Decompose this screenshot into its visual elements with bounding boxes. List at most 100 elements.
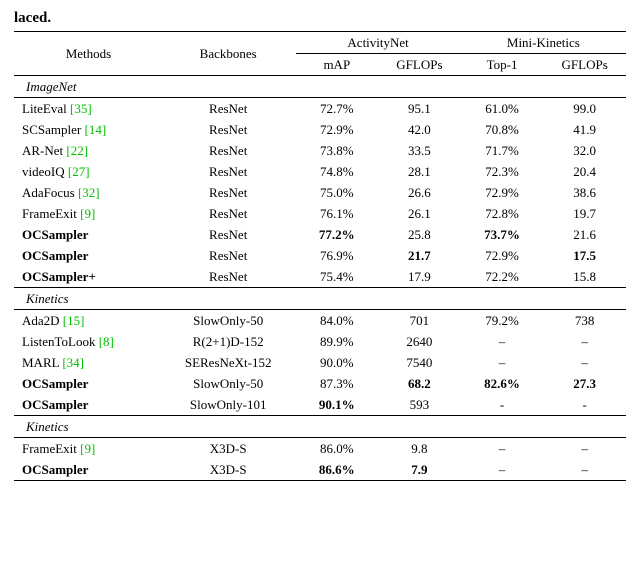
header-methods: Methods — [14, 32, 161, 76]
value-cell: 86.0% — [296, 438, 379, 460]
value-cell: 738 — [543, 310, 626, 332]
method-name: OCSampler — [22, 397, 88, 412]
method-cell: OCSampler — [14, 373, 161, 394]
value-cell: 61.0% — [461, 98, 544, 120]
backbone-cell: ResNet — [161, 161, 296, 182]
method-name: FrameExit — [22, 441, 77, 456]
value-cell: 17.9 — [378, 266, 461, 288]
backbone-cell: R(2+1)D-152 — [161, 331, 296, 352]
method-name: SCSampler — [22, 122, 81, 137]
value-cell: 87.3% — [296, 373, 379, 394]
value-cell: – — [543, 331, 626, 352]
value-cell: 15.8 — [543, 266, 626, 288]
header-map: mAP — [296, 54, 379, 76]
backbone-cell: X3D-S — [161, 438, 296, 460]
method-name: OCSampler — [22, 248, 88, 263]
table-row: OCSamplerResNet77.2%25.873.7%21.6 — [14, 224, 626, 245]
citation: [32] — [78, 185, 100, 200]
value-cell: 71.7% — [461, 140, 544, 161]
table-row: FrameExit [9]X3D-S86.0%9.8–– — [14, 438, 626, 460]
value-cell: 77.2% — [296, 224, 379, 245]
value-cell: – — [461, 459, 544, 481]
method-cell: OCSampler — [14, 224, 161, 245]
value-cell: 38.6 — [543, 182, 626, 203]
table-row: OCSamplerSlowOnly-5087.3%68.282.6%27.3 — [14, 373, 626, 394]
value-cell: 76.1% — [296, 203, 379, 224]
results-table: Methods Backbones ActivityNet Mini-Kinet… — [14, 31, 626, 481]
value-cell: 9.8 — [378, 438, 461, 460]
value-cell: 75.4% — [296, 266, 379, 288]
table-row: OCSamplerResNet76.9%21.772.9%17.5 — [14, 245, 626, 266]
backbone-cell: ResNet — [161, 119, 296, 140]
method-name: AdaFocus — [22, 185, 75, 200]
method-cell: videoIQ [27] — [14, 161, 161, 182]
method-name: Ada2D — [22, 313, 60, 328]
truncated-text: laced. — [14, 10, 626, 27]
header-minikinetics: Mini-Kinetics — [461, 32, 626, 54]
method-cell: LiteEval [35] — [14, 98, 161, 120]
value-cell: 2640 — [378, 331, 461, 352]
header-row-1: Methods Backbones ActivityNet Mini-Kinet… — [14, 32, 626, 54]
method-cell: OCSampler+ — [14, 266, 161, 288]
method-cell: ListenToLook [8] — [14, 331, 161, 352]
header-backbones: Backbones — [161, 32, 296, 76]
value-cell: 68.2 — [378, 373, 461, 394]
method-name: LiteEval — [22, 101, 67, 116]
value-cell: 26.6 — [378, 182, 461, 203]
value-cell: 72.7% — [296, 98, 379, 120]
value-cell: – — [543, 352, 626, 373]
value-cell: 27.3 — [543, 373, 626, 394]
value-cell: 84.0% — [296, 310, 379, 332]
citation: [14] — [84, 122, 106, 137]
method-name: MARL — [22, 355, 59, 370]
value-cell: 89.9% — [296, 331, 379, 352]
citation: [27] — [68, 164, 90, 179]
group-kinetics-2: Kinetics — [14, 416, 626, 438]
table-row: OCSampler+ResNet75.4%17.972.2%15.8 — [14, 266, 626, 288]
value-cell: – — [461, 438, 544, 460]
value-cell: 701 — [378, 310, 461, 332]
method-name: OCSampler — [22, 376, 88, 391]
value-cell: – — [543, 459, 626, 481]
backbone-cell: ResNet — [161, 245, 296, 266]
citation: [22] — [66, 143, 88, 158]
backbone-cell: ResNet — [161, 266, 296, 288]
value-cell: 21.6 — [543, 224, 626, 245]
value-cell: 75.0% — [296, 182, 379, 203]
method-cell: OCSampler — [14, 245, 161, 266]
value-cell: 19.7 — [543, 203, 626, 224]
backbone-cell: ResNet — [161, 98, 296, 120]
method-name: videoIQ — [22, 164, 65, 179]
header-activitynet: ActivityNet — [296, 32, 461, 54]
value-cell: 26.1 — [378, 203, 461, 224]
method-cell: SCSampler [14] — [14, 119, 161, 140]
method-cell: Ada2D [15] — [14, 310, 161, 332]
value-cell: 90.1% — [296, 394, 379, 416]
citation: [9] — [80, 441, 95, 456]
value-cell: 20.4 — [543, 161, 626, 182]
value-cell: – — [461, 352, 544, 373]
citation: [8] — [99, 334, 114, 349]
method-name: ListenToLook — [22, 334, 95, 349]
table-row: FrameExit [9]ResNet76.1%26.172.8%19.7 — [14, 203, 626, 224]
value-cell: 76.9% — [296, 245, 379, 266]
table-row: ListenToLook [8]R(2+1)D-15289.9%2640–– — [14, 331, 626, 352]
table-row: Ada2D [15]SlowOnly-5084.0%70179.2%738 — [14, 310, 626, 332]
table-row: MARL [34]SEResNeXt-15290.0%7540–– — [14, 352, 626, 373]
value-cell: 90.0% — [296, 352, 379, 373]
backbone-cell: SlowOnly-50 — [161, 310, 296, 332]
value-cell: 28.1 — [378, 161, 461, 182]
value-cell: 41.9 — [543, 119, 626, 140]
value-cell: 99.0 — [543, 98, 626, 120]
backbone-cell: ResNet — [161, 182, 296, 203]
method-cell: FrameExit [9] — [14, 203, 161, 224]
method-cell: MARL [34] — [14, 352, 161, 373]
method-cell: AR-Net [22] — [14, 140, 161, 161]
group-kinetics-1: Kinetics — [14, 288, 626, 310]
value-cell: 82.6% — [461, 373, 544, 394]
backbone-cell: SlowOnly-101 — [161, 394, 296, 416]
value-cell: - — [543, 394, 626, 416]
value-cell: 42.0 — [378, 119, 461, 140]
group-label-kinetics-1: Kinetics — [14, 288, 626, 310]
citation: [34] — [62, 355, 84, 370]
